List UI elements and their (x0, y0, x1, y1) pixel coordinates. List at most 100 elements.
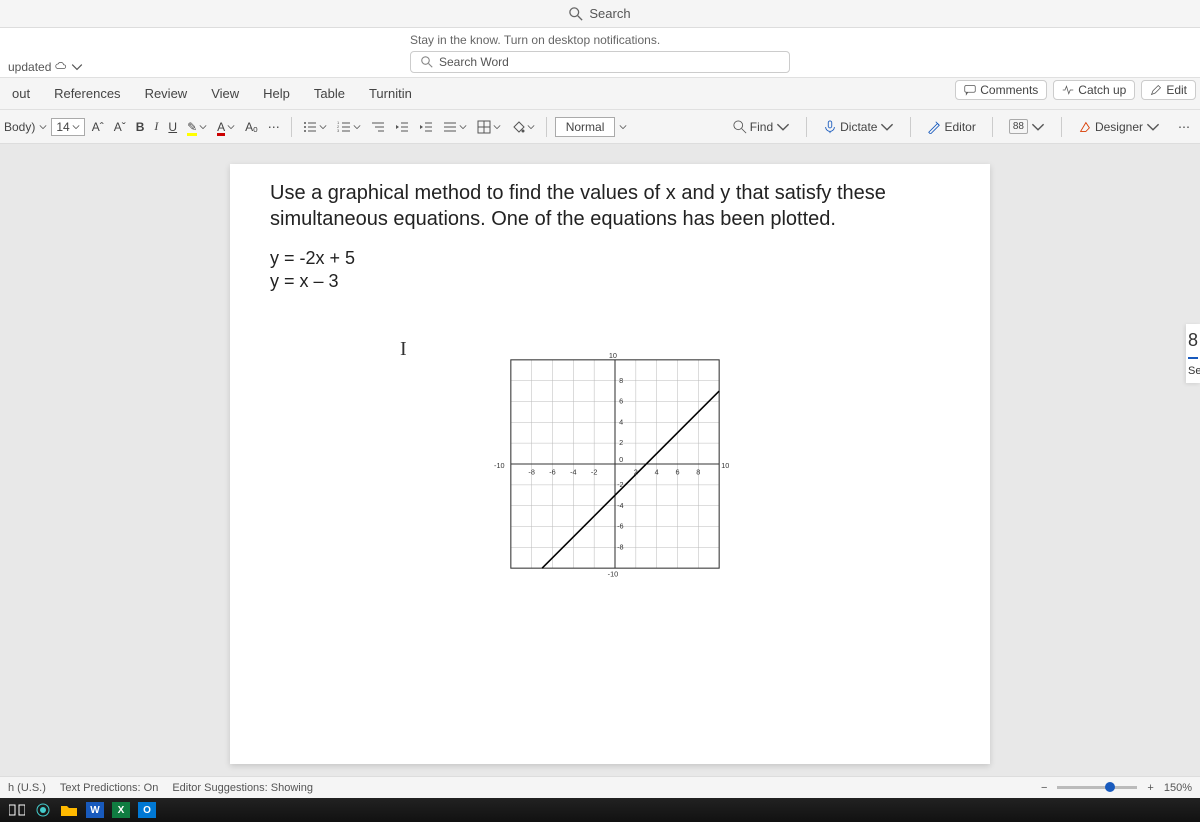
style-select[interactable]: Normal (555, 117, 616, 137)
chevron-down-icon[interactable] (39, 123, 47, 131)
taskbar: W X O (0, 798, 1200, 822)
svg-text:-2: -2 (617, 480, 623, 489)
text-cursor: I (400, 338, 407, 361)
bullets-icon (303, 120, 317, 134)
svg-text:0: 0 (619, 455, 623, 464)
shrink-font-label: Aˇ (114, 120, 126, 134)
comments-label: Comments (980, 83, 1038, 97)
separator (806, 117, 807, 137)
svg-text:-6: -6 (549, 467, 555, 476)
indent-button[interactable] (416, 120, 436, 134)
chevron-down-icon (527, 123, 535, 131)
separator (1061, 117, 1062, 137)
svg-text:2: 2 (619, 438, 623, 447)
toolbar: Body) 14 Aˆ Aˇ B I U ✎ A Aₒ ⋯ 123 Normal… (0, 110, 1200, 144)
svg-text:-2: -2 (591, 467, 597, 476)
question-text: Use a graphical method to find the value… (270, 180, 950, 232)
editor-label: Editor (944, 120, 975, 134)
bullets-button[interactable] (300, 120, 330, 134)
tab-review[interactable]: Review (133, 78, 200, 110)
tab-help[interactable]: Help (251, 78, 302, 110)
pulse-icon (1062, 84, 1074, 96)
designer-icon (1078, 120, 1092, 134)
shrink-font-button[interactable]: Aˇ (111, 120, 129, 134)
font-size-select[interactable]: 14 (51, 118, 84, 136)
chevron-down-icon[interactable] (619, 123, 627, 131)
svg-text:3: 3 (337, 128, 340, 133)
bold-button[interactable]: B (133, 120, 148, 134)
title-search[interactable]: Search (569, 6, 630, 21)
chevron-down-icon (319, 123, 327, 131)
editor-icon (927, 120, 941, 134)
multilevel-button[interactable] (368, 120, 388, 134)
equation-1: y = -2x + 5 (270, 248, 950, 269)
zoom-out-button[interactable]: − (1041, 782, 1047, 794)
graph-plot: 10 8 6 4 2 0 -2 -4 -6 -8 -10 -10 -8 -6 -… (480, 339, 750, 589)
font-color-button[interactable]: A (214, 120, 238, 134)
search-word-input[interactable]: Search Word (410, 51, 790, 73)
numbering-button[interactable]: 123 (334, 120, 364, 134)
svg-text:-10: -10 (608, 570, 619, 579)
tab-table[interactable]: Table (302, 78, 357, 110)
document-area: Use a graphical method to find the value… (0, 144, 1200, 784)
side-number: 8 (1188, 330, 1198, 351)
chevron-down-icon (1031, 120, 1045, 134)
catchup-button[interactable]: Catch up (1053, 80, 1135, 100)
table-button[interactable] (474, 120, 504, 134)
dictate-button[interactable]: Dictate (817, 118, 900, 136)
zoom-slider[interactable] (1057, 786, 1137, 789)
svg-text:-10: -10 (494, 461, 505, 470)
excel-icon[interactable]: X (112, 802, 130, 818)
outlook-icon[interactable]: O (138, 802, 156, 818)
grow-font-button[interactable]: Aˆ (89, 120, 107, 134)
tab-out[interactable]: out (0, 78, 42, 110)
comments-button[interactable]: Comments (955, 80, 1047, 100)
document-page[interactable]: Use a graphical method to find the value… (230, 164, 990, 764)
tab-references[interactable]: References (42, 78, 132, 110)
search-icon (569, 7, 583, 21)
side-panel-badge[interactable]: 8 Se (1186, 324, 1200, 383)
highlight-button[interactable]: ✎ (184, 120, 210, 134)
search-icon (421, 56, 433, 68)
copilot-icon[interactable] (34, 802, 52, 818)
updated-label: updated (8, 60, 51, 74)
task-view-icon[interactable] (8, 802, 26, 818)
zoom-in-button[interactable]: + (1147, 782, 1153, 794)
svg-text:-4: -4 (617, 501, 623, 510)
status-language[interactable]: h (U.S.) (8, 782, 46, 794)
tab-view[interactable]: View (199, 78, 251, 110)
underline-button[interactable]: U (165, 120, 180, 134)
updated-badge[interactable]: updated (0, 58, 91, 76)
edit-button[interactable]: Edit (1141, 80, 1196, 100)
italic-button[interactable]: I (151, 119, 161, 134)
chevron-down-icon (71, 61, 83, 73)
explorer-icon[interactable] (60, 802, 78, 818)
find-button[interactable]: Find (727, 118, 796, 136)
more-button[interactable]: ⋯ (265, 120, 283, 134)
search-placeholder: Search Word (439, 55, 509, 69)
zoom-level[interactable]: 150% (1164, 782, 1192, 794)
shading-button[interactable] (508, 120, 538, 134)
designer-button[interactable]: Designer (1072, 118, 1166, 136)
svg-text:10: 10 (609, 351, 617, 360)
find-label: Find (750, 120, 773, 134)
chevron-down-icon (880, 120, 894, 134)
comment-icon (964, 84, 976, 96)
clear-format-button[interactable]: Aₒ (242, 120, 261, 134)
title-bar: Search (0, 0, 1200, 28)
separator (291, 117, 292, 137)
more-options-button[interactable]: ⋯ (1172, 118, 1196, 136)
editor-button[interactable]: Editor (921, 118, 981, 136)
svg-text:-4: -4 (570, 467, 576, 476)
ribbon-tabs: out References Review View Help Table Tu… (0, 78, 1200, 110)
status-predictions[interactable]: Text Predictions: On (60, 782, 158, 794)
chevron-down-icon (227, 123, 235, 131)
editor-score-button[interactable]: 88 (1003, 117, 1051, 136)
score-badge: 88 (1009, 119, 1028, 134)
word-icon[interactable]: W (86, 802, 104, 818)
tab-turnitin[interactable]: Turnitin (357, 78, 424, 110)
outdent-button[interactable] (392, 120, 412, 134)
status-suggestions[interactable]: Editor Suggestions: Showing (172, 782, 313, 794)
align-button[interactable] (440, 120, 470, 134)
chevron-down-icon (493, 123, 501, 131)
